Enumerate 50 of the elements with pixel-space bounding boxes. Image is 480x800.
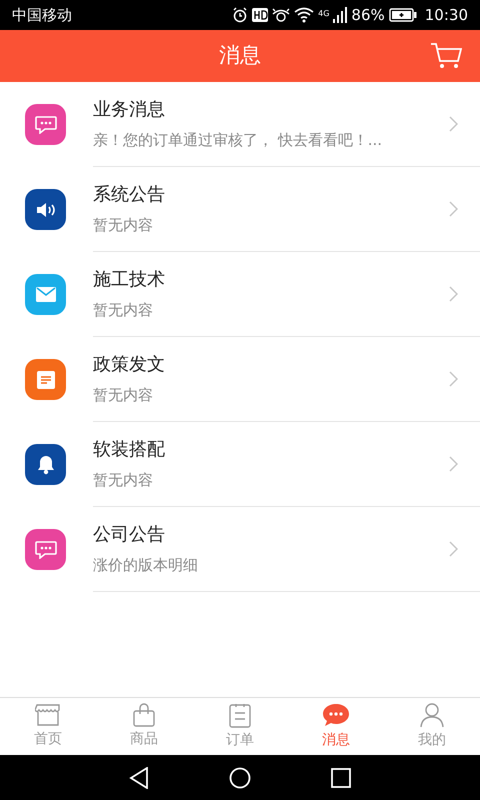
envelope-icon bbox=[36, 287, 56, 302]
category-title: 系统公告 bbox=[93, 183, 166, 208]
note-icon bbox=[36, 370, 54, 388]
message-category-item[interactable]: 业务消息 亲！您的订单通过审核了， 快去看看吧！... bbox=[0, 82, 480, 167]
message-category-item[interactable]: 系统公告 暂无内容 bbox=[0, 167, 480, 252]
bell-icon bbox=[36, 454, 54, 474]
message-category-item[interactable]: 软装搭配 暂无内容 bbox=[0, 422, 480, 507]
carrier-name: 中国移动 bbox=[12, 4, 72, 26]
chat-bubble-icon bbox=[34, 116, 56, 134]
cart-icon[interactable] bbox=[430, 42, 462, 70]
chat-bubble-icon bbox=[322, 702, 350, 728]
chevron-right-icon bbox=[449, 116, 458, 132]
back-icon[interactable] bbox=[129, 766, 149, 788]
signal-icon bbox=[333, 7, 348, 23]
latest-message-preview: 亲！您的订单通过审核了， 快去看看吧！... bbox=[93, 130, 384, 152]
latest-message-preview: 涨价的版本明细 bbox=[93, 555, 199, 576]
chevron-right-icon bbox=[449, 286, 458, 302]
message-category-item[interactable]: 施工技术 暂无内容 bbox=[0, 252, 480, 337]
hd-icon bbox=[252, 8, 268, 22]
home-icon[interactable] bbox=[229, 766, 251, 788]
category-title: 公司公告 bbox=[93, 523, 166, 548]
eye-icon bbox=[272, 8, 290, 22]
category-title: 业务消息 bbox=[93, 98, 166, 122]
shopping-bag-icon bbox=[132, 703, 156, 727]
message-category-item[interactable]: 政策发文 暂无内容 bbox=[0, 337, 480, 422]
chevron-right-icon bbox=[449, 541, 458, 557]
latest-message-preview: 暂无内容 bbox=[93, 215, 154, 236]
category-title: 政策发文 bbox=[93, 353, 166, 378]
person-icon bbox=[419, 702, 445, 728]
alarm-icon bbox=[232, 7, 248, 23]
chevron-right-icon bbox=[449, 201, 458, 217]
chat-bubble-icon bbox=[34, 540, 56, 558]
speaker-icon bbox=[34, 200, 56, 218]
chevron-right-icon bbox=[449, 456, 458, 472]
category-title: 软装搭配 bbox=[93, 438, 166, 462]
network-type: 4G bbox=[318, 8, 330, 20]
latest-message-preview: 暂无内容 bbox=[93, 470, 154, 492]
recents-icon[interactable] bbox=[331, 768, 351, 788]
wifi-icon bbox=[294, 7, 314, 23]
clock-time: 10:30 bbox=[424, 4, 468, 26]
message-category-item[interactable]: 公司公告 涨价的版本明细 bbox=[0, 507, 480, 592]
page-title: 消息 bbox=[219, 42, 261, 70]
category-title: 施工技术 bbox=[93, 268, 166, 292]
storefront-icon bbox=[35, 703, 61, 727]
latest-message-preview: 暂无内容 bbox=[93, 300, 154, 322]
battery-icon bbox=[388, 8, 417, 22]
chevron-right-icon bbox=[449, 371, 458, 387]
latest-message-preview: 暂无内容 bbox=[93, 385, 154, 406]
clipboard-icon bbox=[228, 702, 252, 728]
battery-percent: 86% bbox=[351, 4, 385, 26]
